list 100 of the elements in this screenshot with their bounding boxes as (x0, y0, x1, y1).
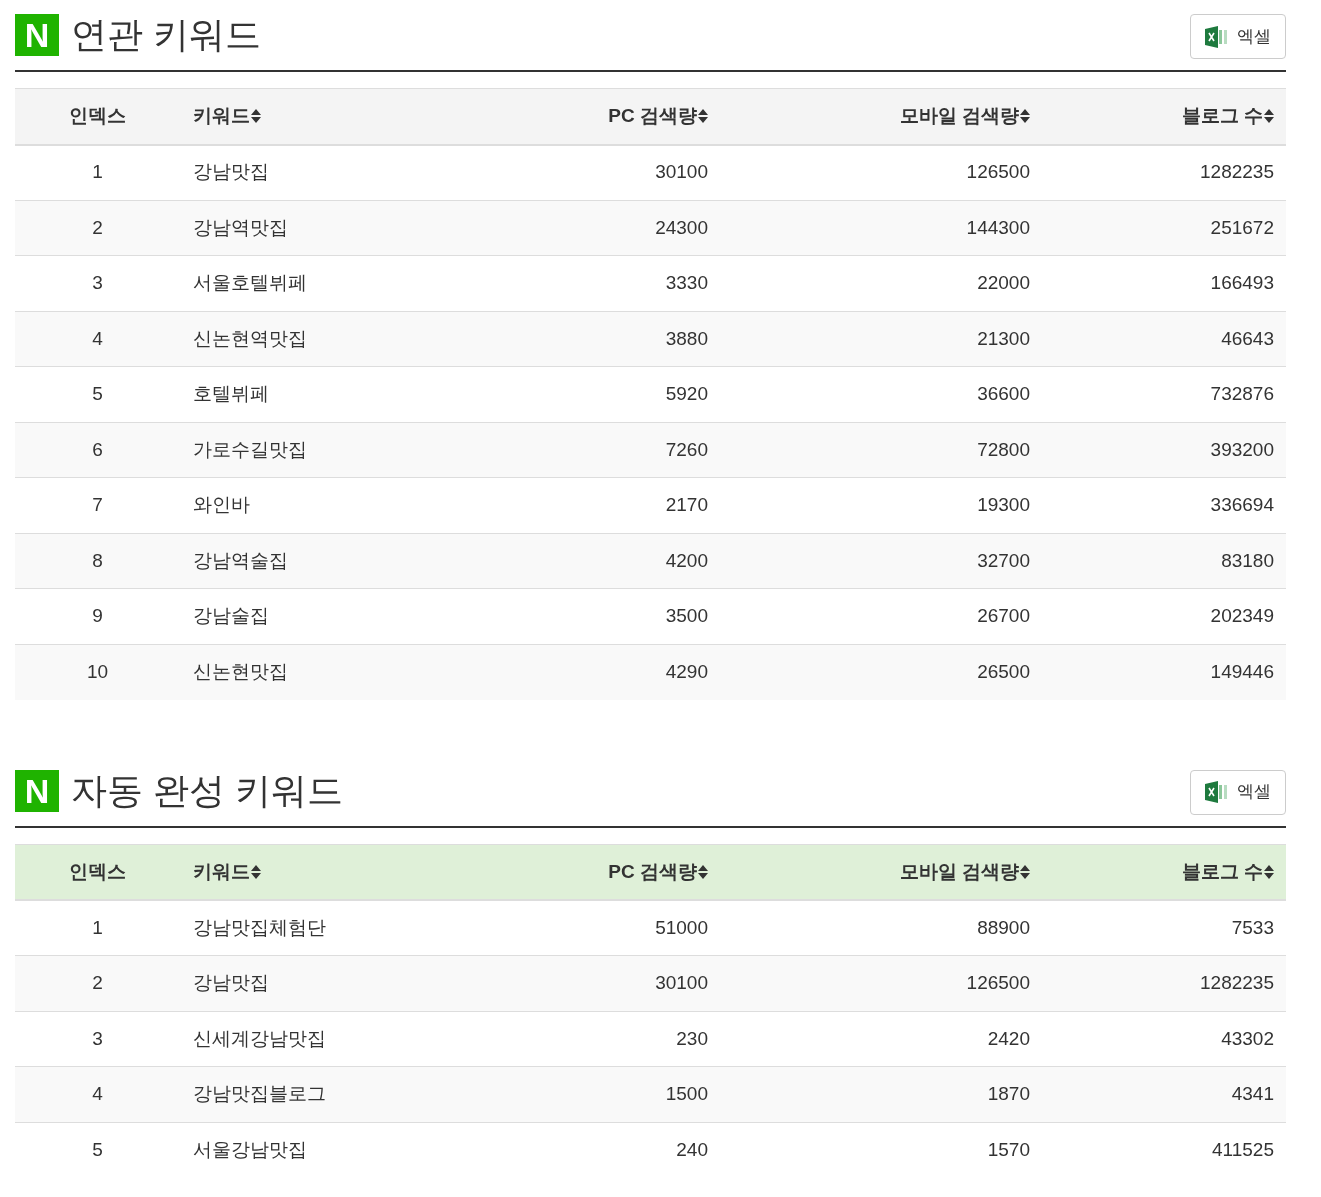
table-cell: 5 (92, 1138, 103, 1160)
table-cell: 36600 (977, 383, 1030, 404)
table-cell: 1 (92, 161, 103, 183)
column-header: 인덱스 (69, 859, 126, 884)
table-cell: 5920 (665, 383, 708, 404)
table-cell: 251672 (1210, 216, 1274, 238)
table-cell: 30100 (655, 161, 708, 183)
column-header[interactable]: PC 검색량 (608, 102, 708, 131)
table-cell: 7533 (1231, 916, 1274, 938)
table-cell: 1500 (665, 1083, 708, 1104)
table-cell: 6 (92, 438, 103, 460)
sort-icon (251, 109, 261, 124)
table-cell: 2170 (665, 494, 708, 515)
table-cell: 240 (676, 1138, 708, 1160)
table-cell: 2420 (987, 1027, 1030, 1049)
table-cell: 126500 (966, 972, 1030, 993)
table-cell: 393200 (1210, 438, 1274, 460)
table-cell: 46643 (1221, 327, 1274, 349)
table-cell: 51000 (655, 916, 708, 938)
table-cell: 166493 (1210, 272, 1274, 293)
table-cell: 2 (92, 972, 103, 993)
table-cell: 4341 (1231, 1083, 1274, 1104)
table-cell: 2 (92, 216, 103, 238)
column-header: 인덱스 (69, 104, 126, 128)
table-cell: 144300 (966, 216, 1030, 238)
table-cell: 신논현맛집 (193, 660, 288, 682)
table-cell: 3 (92, 1027, 103, 1049)
column-header[interactable]: 모바일 검색량 (899, 857, 1030, 886)
table-cell: 신논현역맛집 (193, 327, 307, 349)
section-title: 연관 키워드 (71, 14, 261, 56)
column-header[interactable]: 블로그 수 (1181, 102, 1274, 131)
column-header[interactable]: 키워드 (193, 857, 261, 886)
table-cell: 4 (92, 1083, 103, 1104)
table-cell: 1282235 (1200, 161, 1274, 183)
table-cell: 21300 (977, 327, 1030, 349)
table-cell: 가로수길맛집 (193, 438, 307, 460)
table-cell: 강남역술집 (193, 549, 288, 571)
table-cell: 호텔뷔페 (193, 383, 269, 404)
excel-button[interactable]: 엑셀 (1190, 769, 1286, 815)
table-cell: 88900 (977, 916, 1030, 938)
table-cell: 7 (92, 494, 103, 515)
table-cell: 230 (676, 1027, 708, 1049)
sort-icon (1264, 109, 1274, 124)
table-cell: 3 (92, 272, 103, 293)
table-cell: 4290 (665, 660, 708, 682)
table-cell: 3500 (665, 605, 708, 626)
table-cell: 서울강남맛집 (193, 1138, 307, 1160)
column-header[interactable]: 블로그 수 (1181, 857, 1274, 886)
table-cell: 22000 (977, 272, 1030, 293)
table-cell: 72800 (977, 438, 1030, 460)
table-cell: 9 (92, 605, 103, 626)
table-cell: 126500 (966, 161, 1030, 183)
table-cell: 43302 (1221, 1027, 1274, 1049)
table-cell: 4200 (665, 549, 708, 571)
table-cell: 강남맛집블로그 (193, 1083, 326, 1104)
table-cell: 411525 (1212, 1138, 1274, 1160)
table-cell: 강남맛집 (193, 972, 269, 993)
logo-badge: N (15, 14, 59, 56)
table-cell: 강남술집 (193, 605, 269, 626)
sort-icon (1264, 864, 1274, 879)
table-cell: 30100 (655, 972, 708, 993)
sort-icon (698, 864, 708, 879)
table-cell: 1 (92, 916, 103, 938)
table-cell: 신세계강남맛집 (193, 1027, 326, 1049)
table-cell: 24300 (655, 216, 708, 238)
table-cell: 강남맛집체험단 (193, 916, 326, 938)
table-cell: 서울호텔뷔페 (193, 272, 307, 293)
sort-icon (251, 864, 261, 879)
table-cell: 1870 (987, 1083, 1030, 1104)
table-cell: 19300 (977, 494, 1030, 515)
sort-icon (1020, 864, 1030, 879)
table-cell: 1570 (987, 1138, 1030, 1160)
spreadsheet-icon (1205, 25, 1229, 48)
table-cell: 8 (92, 549, 103, 571)
section-title: 자동 완성 키워드 (71, 769, 343, 812)
table-cell: 1282235 (1200, 972, 1274, 993)
table-cell: 149446 (1210, 660, 1274, 682)
table-cell: 3880 (665, 327, 708, 349)
table-cell: 32700 (977, 549, 1030, 571)
spreadsheet-icon (1205, 781, 1229, 803)
table-cell: 336694 (1210, 494, 1274, 515)
excel-button[interactable]: 엑셀 (1190, 14, 1286, 59)
table-cell: 83180 (1221, 549, 1274, 571)
table-cell: 5 (92, 383, 103, 404)
sort-icon (1020, 109, 1030, 124)
table-cell: 26500 (977, 660, 1030, 682)
sort-icon (698, 109, 708, 124)
table-cell: 10 (86, 660, 109, 682)
column-header[interactable]: 키워드 (193, 102, 261, 131)
table-cell: 강남맛집 (193, 161, 269, 183)
table-cell: 와인바 (193, 494, 250, 515)
table-cell: 4 (92, 327, 103, 349)
table-cell: 202349 (1210, 605, 1274, 626)
column-header[interactable]: PC 검색량 (608, 857, 708, 886)
table-cell: 732876 (1210, 383, 1274, 404)
table-cell: 3330 (665, 272, 708, 293)
column-header[interactable]: 모바일 검색량 (899, 102, 1030, 131)
table-cell: 26700 (977, 605, 1030, 626)
table-cell: 7260 (665, 438, 708, 460)
logo-badge: N (15, 769, 59, 812)
